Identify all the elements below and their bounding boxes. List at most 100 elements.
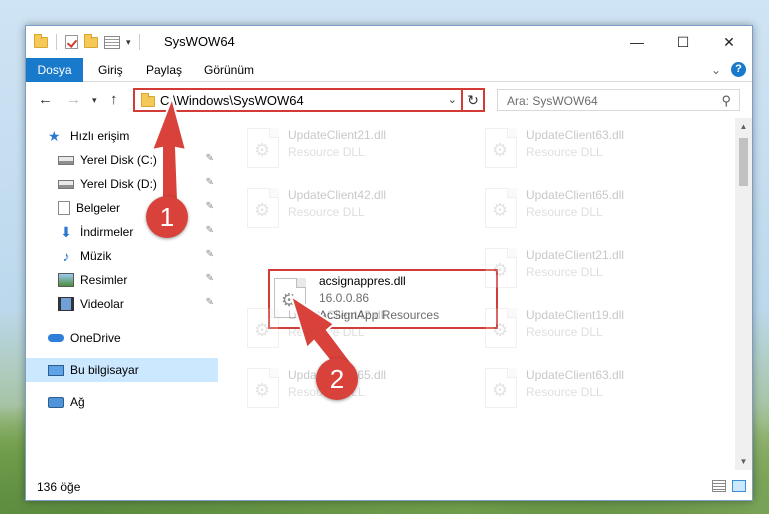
- pin-icon[interactable]: ✎: [206, 201, 214, 212]
- pin-icon[interactable]: ✎: [206, 249, 214, 260]
- sidebar-item-local-disk-d[interactable]: Yerel Disk (D:) ✎: [26, 172, 218, 196]
- file-tile[interactable]: ⚙ UpdateClient21.dll Resource DLL: [238, 122, 462, 178]
- status-bar: 136 öğe: [26, 474, 752, 500]
- dropdown-arrow-icon[interactable]: ▾: [126, 37, 131, 48]
- file-name: UpdateClient42.dll: [288, 188, 387, 202]
- sidebar-item-videos[interactable]: Videolar ✎: [26, 292, 218, 316]
- ribbon-right-controls: ⌄ ?: [711, 62, 746, 77]
- file-description: Resource DLL: [526, 205, 603, 219]
- details-view-icon[interactable]: [712, 480, 726, 492]
- sidebar-item-label: Müzik: [80, 249, 112, 263]
- search-placeholder: Ara: SysWOW64: [507, 94, 598, 108]
- file-name: UpdateClient63.dll: [526, 128, 625, 142]
- navigation-pane: ★ Hızlı erişim Yerel Disk (C:) ✎ Yerel D…: [26, 118, 218, 470]
- file-name: acsignappres.dll: [319, 274, 406, 288]
- window-title: SysWOW64: [164, 34, 235, 49]
- search-icon[interactable]: ⚲: [721, 93, 731, 109]
- tab-file[interactable]: Dosya: [26, 58, 83, 82]
- pin-icon[interactable]: ✎: [206, 153, 214, 164]
- file-tile[interactable]: ⚙ UpdateClient42.dll Resource DLL: [238, 182, 462, 238]
- file-name: UpdateClient65.dll: [526, 188, 625, 202]
- file-tile[interactable]: ⚙ UpdateClient63.dll Resource DLL: [476, 122, 700, 178]
- window-controls: — ☐ ✕: [614, 26, 752, 58]
- scrollbar-thumb[interactable]: [739, 138, 748, 186]
- sidebar-item-music[interactable]: ♪ Müzik ✎: [26, 244, 218, 268]
- new-folder-icon[interactable]: [84, 33, 98, 48]
- file-name: UpdateClient21.dll: [288, 128, 387, 142]
- step-1-badge: 1: [146, 196, 188, 238]
- drive-icon: [58, 179, 74, 189]
- tab-view[interactable]: Görünüm: [192, 58, 266, 82]
- sidebar-item-label: Belgeler: [76, 201, 121, 215]
- dll-file-icon: ⚙: [485, 248, 517, 288]
- sidebar-item-label: İndirmeler: [80, 225, 134, 239]
- pin-icon[interactable]: ✎: [206, 177, 214, 188]
- tiles-view-icon[interactable]: [732, 480, 746, 492]
- sidebar-item-documents[interactable]: Belgeler ✎: [26, 196, 218, 220]
- address-path[interactable]: C:\Windows\SysWOW64: [160, 93, 304, 108]
- file-tile[interactable]: ⚙ UpdateClient65.dll Resource DLL: [476, 182, 700, 238]
- search-input[interactable]: Ara: SysWOW64 ⚲: [497, 89, 740, 111]
- step-2-badge: 2: [316, 358, 358, 400]
- pin-icon[interactable]: ✎: [206, 297, 214, 308]
- tab-share[interactable]: Paylaş: [134, 58, 194, 82]
- refresh-icon[interactable]: ↻: [461, 90, 483, 110]
- file-name: UpdateClient21.dll: [526, 248, 625, 262]
- recent-locations-chevron-icon[interactable]: ▾: [92, 95, 97, 106]
- file-tile[interactable]: ⚙ UpdateClient19.dll Resource DLL: [476, 302, 700, 358]
- address-bar[interactable]: C:\Windows\SysWOW64 ⌄ ↻: [133, 88, 485, 112]
- chevron-down-icon[interactable]: ⌄: [711, 63, 721, 77]
- onedrive-icon: [48, 334, 64, 342]
- music-icon: ♪: [62, 248, 70, 264]
- address-dropdown-icon[interactable]: ⌄: [448, 93, 457, 106]
- file-tile[interactable]: ⚙ UpdateClient42.dll Resource DLL: [238, 302, 462, 358]
- scroll-up-icon[interactable]: ▲: [735, 118, 752, 135]
- up-arrow-icon[interactable]: ↑: [110, 91, 118, 108]
- dll-file-icon: ⚙: [247, 188, 279, 228]
- file-description: Resource DLL: [288, 145, 365, 159]
- ribbon-tabs: Dosya Giriş Paylaş Görünüm ⌄ ?: [26, 58, 752, 82]
- close-button[interactable]: ✕: [706, 26, 752, 58]
- sidebar-item-quick-access[interactable]: ★ Hızlı erişim: [26, 124, 218, 148]
- title-bar: ▾ SysWOW64 — ☐ ✕: [26, 26, 752, 58]
- minimize-button[interactable]: —: [614, 26, 660, 58]
- file-tile[interactable]: ⚙ UpdateClient63.dll Resource DLL: [476, 362, 700, 418]
- item-count: 136 öğe: [37, 480, 81, 494]
- this-pc-icon: [48, 364, 64, 376]
- sidebar-item-downloads[interactable]: ⬇ İndirmeler ✎: [26, 220, 218, 244]
- properties-check-icon[interactable]: [65, 35, 78, 49]
- pin-icon[interactable]: ✎: [206, 225, 214, 236]
- sidebar-item-pictures[interactable]: Resimler ✎: [26, 268, 218, 292]
- dll-file-icon: ⚙: [247, 368, 279, 408]
- back-arrow-icon[interactable]: ←: [38, 91, 53, 108]
- gear-icon: ⚙: [492, 320, 509, 340]
- file-description: Resource DLL: [526, 265, 603, 279]
- sidebar-item-onedrive[interactable]: OneDrive: [26, 326, 218, 350]
- drive-icon: [58, 155, 74, 165]
- scroll-down-icon[interactable]: ▼: [735, 453, 752, 470]
- vertical-scrollbar[interactable]: ▲ ▼: [735, 118, 752, 470]
- tab-home[interactable]: Giriş: [86, 58, 135, 82]
- sidebar-item-label: Bu bilgisayar: [70, 363, 139, 377]
- gear-icon: ⚙: [492, 260, 509, 280]
- toolbar-divider: [56, 34, 57, 50]
- file-description: Resource DLL: [288, 325, 365, 339]
- sidebar-item-local-disk-c[interactable]: Yerel Disk (C:) ✎: [26, 148, 218, 172]
- sidebar-item-network[interactable]: Ağ: [26, 390, 218, 414]
- documents-icon: [58, 201, 70, 215]
- help-icon[interactable]: ?: [731, 62, 746, 77]
- maximize-button[interactable]: ☐: [660, 26, 706, 58]
- sidebar-item-this-pc[interactable]: Bu bilgisayar: [26, 358, 218, 382]
- customize-toolbar-icon[interactable]: [104, 35, 120, 49]
- file-description: Resource DLL: [526, 385, 603, 399]
- folder-icon[interactable]: [34, 33, 48, 48]
- sidebar-item-label: Ağ: [70, 395, 85, 409]
- network-icon: [48, 396, 64, 408]
- file-name: UpdateClient42.dll: [288, 308, 387, 322]
- gear-icon: ⚙: [254, 380, 271, 400]
- pin-icon[interactable]: ✎: [206, 273, 214, 284]
- navigation-bar: ← → ▾ ↑ C:\Windows\SysWOW64 ⌄ ↻ Ara: Sys…: [26, 83, 752, 117]
- gear-icon: ⚙: [254, 140, 271, 160]
- file-tile[interactable]: ⚙ UpdateClient21.dll Resource DLL: [476, 242, 700, 298]
- forward-arrow-icon[interactable]: →: [66, 91, 81, 108]
